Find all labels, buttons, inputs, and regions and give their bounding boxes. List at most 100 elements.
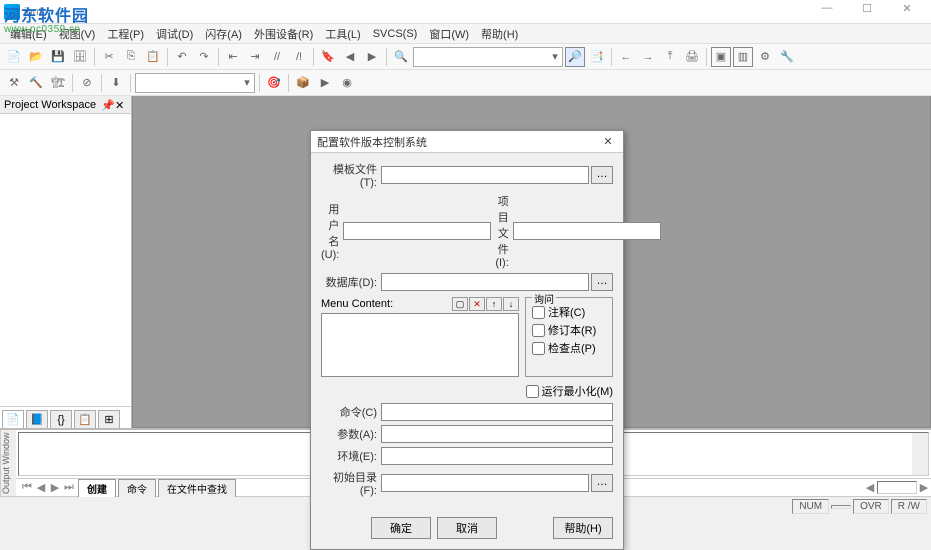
debug-window1-icon[interactable]: ▣ bbox=[711, 47, 731, 67]
bookmark-next-icon[interactable]: ▶ bbox=[362, 47, 382, 67]
stop-build-icon[interactable]: ⊘ bbox=[77, 73, 97, 93]
hscroll-right-icon[interactable]: ▶ bbox=[917, 481, 931, 494]
uncomment-icon[interactable]: /! bbox=[289, 47, 309, 67]
status-rw: R /W bbox=[891, 499, 927, 514]
options-icon[interactable]: 🔧 bbox=[777, 47, 797, 67]
tab-functions-icon[interactable]: {} bbox=[50, 410, 72, 428]
output-tab-build[interactable]: 创建 bbox=[78, 479, 116, 497]
pin-icon[interactable]: 📌 bbox=[101, 99, 113, 111]
nav-back-icon[interactable]: ← bbox=[616, 47, 636, 67]
tab-templates-icon[interactable]: 📋 bbox=[74, 410, 96, 428]
find-icon[interactable]: 🔍 bbox=[391, 47, 411, 67]
menu-flash[interactable]: 闪存(A) bbox=[201, 24, 246, 44]
nav-forward-icon[interactable]: → bbox=[638, 47, 658, 67]
panel-close-icon[interactable]: ✕ bbox=[115, 99, 127, 111]
find-combo[interactable]: ▾ bbox=[413, 47, 563, 67]
menu-svcs[interactable]: SVCS(S) bbox=[369, 26, 422, 42]
nav-up-icon[interactable]: ⤒ bbox=[660, 47, 680, 67]
redo-icon[interactable]: ↷ bbox=[194, 47, 214, 67]
rebuild-all-icon[interactable]: 🏗 bbox=[48, 73, 68, 93]
template-browse-button[interactable]: … bbox=[591, 166, 613, 184]
database-browse-button[interactable]: … bbox=[591, 273, 613, 291]
indent-left-icon[interactable]: ⇤ bbox=[223, 47, 243, 67]
revision-checkbox[interactable]: 修订本(R) bbox=[532, 322, 606, 338]
command-input[interactable] bbox=[381, 403, 613, 421]
tab-regs-icon[interactable]: ⊞ bbox=[98, 410, 120, 428]
output-tab-findinfiles[interactable]: 在文件中查找 bbox=[158, 479, 236, 497]
tab-nav-first-icon[interactable]: ⏮ bbox=[20, 481, 34, 494]
tab-nav-next-icon[interactable]: ▶ bbox=[48, 481, 62, 494]
tab-books-icon[interactable]: 📘 bbox=[26, 410, 48, 428]
bookmark-icon[interactable]: 🔖 bbox=[318, 47, 338, 67]
save-all-icon[interactable]: 🗄 bbox=[70, 47, 90, 67]
database-label: 数据库(D): bbox=[321, 274, 381, 290]
menu-help[interactable]: 帮助(H) bbox=[477, 24, 522, 44]
save-icon[interactable]: 💾 bbox=[48, 47, 68, 67]
initdir-browse-button[interactable]: … bbox=[591, 474, 613, 492]
env-input[interactable] bbox=[381, 447, 613, 465]
minimize-button[interactable]: — bbox=[807, 2, 847, 22]
indent-right-icon[interactable]: ⇥ bbox=[245, 47, 265, 67]
menu-debug[interactable]: 调试(D) bbox=[152, 24, 197, 44]
cut-icon[interactable]: ✂ bbox=[99, 47, 119, 67]
download-icon[interactable]: ⬇ bbox=[106, 73, 126, 93]
find-in-files-icon[interactable]: 📑 bbox=[587, 47, 607, 67]
menu-window[interactable]: 窗口(W) bbox=[425, 24, 473, 44]
menu-tools[interactable]: 工具(L) bbox=[321, 24, 364, 44]
search-scope-icon[interactable]: 🔎 bbox=[565, 47, 585, 67]
tab-nav-prev-icon[interactable]: ◀ bbox=[34, 481, 48, 494]
open-file-icon[interactable]: 📂 bbox=[26, 47, 46, 67]
minimize-checkbox[interactable]: 运行最小化(M) bbox=[321, 383, 613, 399]
tab-files-icon[interactable]: 📄 bbox=[2, 410, 24, 428]
debug-start-icon[interactable]: ▶ bbox=[315, 73, 335, 93]
new-file-icon[interactable]: 📄 bbox=[4, 47, 24, 67]
output-scrollbar[interactable] bbox=[912, 433, 928, 475]
print-icon[interactable]: 🖨 bbox=[682, 47, 702, 67]
bookmark-prev-icon[interactable]: ◀ bbox=[340, 47, 360, 67]
maximize-button[interactable]: ☐ bbox=[847, 2, 887, 22]
output-tab-command[interactable]: 命令 bbox=[118, 479, 156, 497]
user-input[interactable] bbox=[343, 222, 491, 240]
paste-icon[interactable]: 📋 bbox=[143, 47, 163, 67]
database-input[interactable] bbox=[381, 273, 589, 291]
template-input[interactable] bbox=[381, 166, 589, 184]
initdir-label: 初始目录(F): bbox=[321, 469, 381, 497]
rebuild-icon[interactable]: 🔨 bbox=[26, 73, 46, 93]
comment-icon[interactable]: // bbox=[267, 47, 287, 67]
tab-nav-last-icon[interactable]: ⏭ bbox=[62, 481, 76, 494]
menu-project[interactable]: 工程(P) bbox=[103, 24, 148, 44]
mc-up-icon[interactable]: ↑ bbox=[486, 297, 502, 311]
menu-content-section: Menu Content: ▢ ✕ ↑ ↓ bbox=[321, 297, 519, 377]
dialog-close-icon[interactable]: ✕ bbox=[599, 135, 617, 148]
menucontent-list[interactable] bbox=[321, 313, 519, 377]
menu-view[interactable]: 视图(V) bbox=[55, 24, 100, 44]
cancel-button[interactable]: 取消 bbox=[437, 517, 497, 539]
project-input[interactable] bbox=[513, 222, 661, 240]
menu-peripheral[interactable]: 外围设备(R) bbox=[250, 24, 317, 44]
build-icon[interactable]: ⚒ bbox=[4, 73, 24, 93]
debug-window2-icon[interactable]: ▥ bbox=[733, 47, 753, 67]
comments-checkbox[interactable]: 注释(C) bbox=[532, 304, 606, 320]
breakpoint-icon[interactable]: ◉ bbox=[337, 73, 357, 93]
mc-down-icon[interactable]: ↓ bbox=[503, 297, 519, 311]
manage-icon[interactable]: 📦 bbox=[293, 73, 313, 93]
dialog-titlebar[interactable]: 配置软件版本控制系统 ✕ bbox=[311, 131, 623, 153]
mc-new-icon[interactable]: ▢ bbox=[452, 297, 468, 311]
menu-edit[interactable]: 编辑(E) bbox=[6, 24, 51, 44]
hscroll-track[interactable] bbox=[877, 481, 917, 494]
help-button[interactable]: 帮助(H) bbox=[553, 517, 613, 539]
close-button[interactable]: ✕ bbox=[887, 2, 927, 22]
hscroll-left-icon[interactable]: ◀ bbox=[863, 481, 877, 494]
initdir-input[interactable] bbox=[381, 474, 589, 492]
args-input[interactable] bbox=[381, 425, 613, 443]
checkpoint-checkbox[interactable]: 检查点(P) bbox=[532, 340, 606, 356]
options-target-icon[interactable]: 🎯 bbox=[264, 73, 284, 93]
ok-button[interactable]: 确定 bbox=[371, 517, 431, 539]
debug-config-icon[interactable]: ⚙ bbox=[755, 47, 775, 67]
status-num: NUM bbox=[792, 499, 829, 514]
target-combo[interactable]: ▾ bbox=[135, 73, 255, 93]
copy-icon[interactable]: ⎘ bbox=[121, 47, 141, 67]
mc-delete-icon[interactable]: ✕ bbox=[469, 297, 485, 311]
undo-icon[interactable]: ↶ bbox=[172, 47, 192, 67]
project-tree[interactable] bbox=[0, 114, 131, 406]
